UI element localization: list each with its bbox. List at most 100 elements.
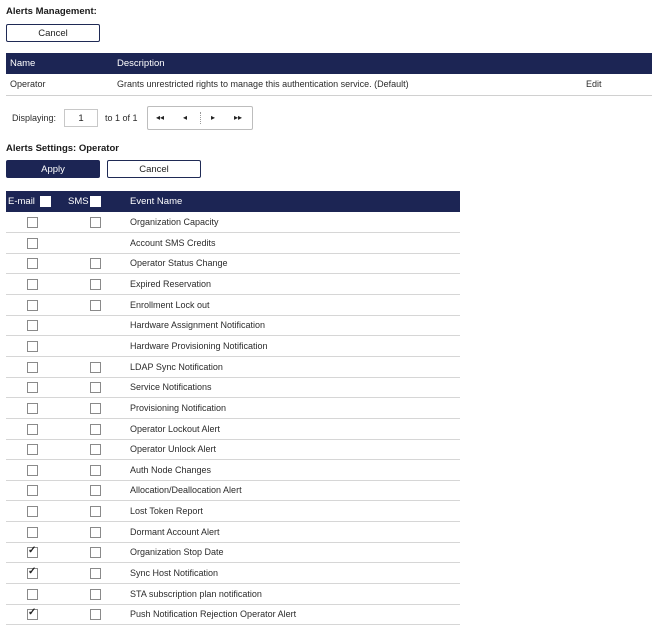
event-name: Lost Token Report <box>130 506 203 517</box>
sms-checkbox[interactable] <box>90 609 101 621</box>
event-name: Allocation/Deallocation Alert <box>130 485 242 496</box>
email-checkbox[interactable] <box>27 464 38 476</box>
settings-cancel-button[interactable]: Cancel <box>107 160 201 178</box>
operator-name: Operator <box>10 79 46 89</box>
pager-divider <box>200 112 201 124</box>
event-name: STA subscription plan notification <box>130 588 262 599</box>
email-checkbox[interactable] <box>27 545 38 559</box>
sms-checkbox[interactable] <box>90 382 101 394</box>
event-row: STA subscription plan notification <box>6 584 460 605</box>
event-row: Operator Status Change <box>6 253 460 275</box>
event-row: Service Notifications <box>6 377 460 399</box>
event-row: Operator Lockout Alert <box>6 419 460 440</box>
first-page-icon[interactable]: ◂◂ <box>150 107 170 129</box>
sms-checkbox[interactable] <box>90 588 101 600</box>
displaying-label: Displaying: <box>12 113 57 123</box>
sms-column-header: SMS <box>68 196 89 207</box>
event-row: Push Notification Rejection Operator Ale… <box>6 604 460 626</box>
event-name: Expired Reservation <box>130 278 212 289</box>
email-checkbox[interactable] <box>27 607 38 621</box>
event-name: Operator Unlock Alert <box>130 444 217 455</box>
event-row: Enrollment Lock out <box>6 295 460 316</box>
sms-checkbox[interactable] <box>90 299 101 311</box>
email-checkbox[interactable] <box>27 299 38 311</box>
sms-checkbox[interactable] <box>90 402 101 414</box>
event-row: Hardware Provisioning Notification <box>6 336 460 357</box>
event-name: Hardware Assignment Notification <box>130 320 266 331</box>
event-row: Provisioning Notification <box>6 398 460 419</box>
event-name: Operator Lockout Alert <box>130 423 221 434</box>
email-checkbox[interactable] <box>27 588 38 600</box>
event-name: Hardware Provisioning Notification <box>130 340 268 351</box>
sms-checkbox[interactable] <box>90 278 101 290</box>
apply-button[interactable]: Apply <box>6 160 100 178</box>
event-row: Organization Capacity <box>6 212 460 233</box>
sms-checkbox[interactable] <box>90 423 101 435</box>
event-name: Sync Host Notification <box>130 568 219 579</box>
sms-checkbox[interactable] <box>90 547 101 559</box>
page-number-input[interactable] <box>64 109 98 127</box>
sms-checkbox[interactable] <box>90 526 101 538</box>
email-checkbox[interactable] <box>27 423 38 435</box>
sms-checkbox[interactable] <box>90 444 101 456</box>
event-row: Dormant Account Alert <box>6 522 460 543</box>
event-name: Service Notifications <box>130 382 212 393</box>
operator-table-header: Name Description <box>6 53 652 74</box>
description-column-header: Description <box>117 58 165 69</box>
event-row: Organization Stop Date <box>6 542 460 564</box>
event-row: Lost Token Report <box>6 501 460 523</box>
cancel-button[interactable]: Cancel <box>6 24 100 42</box>
email-checkbox[interactable] <box>27 258 38 270</box>
event-row: Sync Host Notification <box>6 563 460 585</box>
event-row: Expired Reservation <box>6 274 460 295</box>
alerts-management-title: Alerts Management: <box>6 6 97 17</box>
sms-checkbox[interactable] <box>90 217 101 228</box>
event-name: Dormant Account Alert <box>130 526 220 537</box>
email-checkbox[interactable] <box>27 320 38 332</box>
sms-select-all-checkbox[interactable] <box>90 196 101 207</box>
event-name: Provisioning Notification <box>130 402 227 413</box>
event-row: LDAP Sync Notification <box>6 357 460 378</box>
email-checkbox[interactable] <box>27 237 38 249</box>
email-checkbox[interactable] <box>27 217 38 228</box>
event-name: LDAP Sync Notification <box>130 361 223 372</box>
email-checkbox[interactable] <box>27 526 38 538</box>
email-column-header: E-mail <box>8 196 35 207</box>
next-page-icon[interactable]: ▸ <box>203 107 223 129</box>
sms-checkbox[interactable] <box>90 506 101 518</box>
event-name: Account SMS Credits <box>130 237 216 248</box>
email-checkbox[interactable] <box>27 278 38 290</box>
email-checkbox[interactable] <box>27 444 38 456</box>
email-checkbox[interactable] <box>27 361 38 373</box>
pager-controls: ◂◂ ◂ ▸ ▸▸ <box>147 106 253 130</box>
sms-checkbox[interactable] <box>90 568 101 580</box>
sms-checkbox[interactable] <box>90 258 101 270</box>
email-select-all-checkbox[interactable] <box>40 196 51 207</box>
email-checkbox[interactable] <box>27 340 38 352</box>
email-checkbox[interactable] <box>27 382 38 394</box>
event-name: Push Notification Rejection Operator Ale… <box>130 609 297 620</box>
pagination: Displaying: to 1 of 1 ◂◂ ◂ ▸ ▸▸ <box>6 106 266 130</box>
event-name: Enrollment Lock out <box>130 299 210 310</box>
event-name: Organization Stop Date <box>130 547 224 558</box>
event-row: Operator Unlock Alert <box>6 439 460 461</box>
sms-checkbox[interactable] <box>90 485 101 497</box>
sms-checkbox[interactable] <box>90 464 101 476</box>
event-name: Organization Capacity <box>130 217 219 227</box>
edit-link[interactable]: Edit <box>586 74 602 95</box>
operator-description: Grants unrestricted rights to manage thi… <box>117 79 409 89</box>
event-row: Hardware Assignment Notification <box>6 315 460 337</box>
sms-checkbox[interactable] <box>90 361 101 373</box>
operator-row: Operator Grants unrestricted rights to m… <box>6 74 652 96</box>
page-range-text: to 1 of 1 <box>105 113 138 123</box>
email-checkbox[interactable] <box>27 402 38 414</box>
email-checkbox[interactable] <box>27 506 38 518</box>
event-row: Allocation/Deallocation Alert <box>6 480 460 502</box>
email-checkbox[interactable] <box>27 566 38 580</box>
email-checkbox[interactable] <box>27 485 38 497</box>
prev-page-icon[interactable]: ◂ <box>175 107 195 129</box>
alerts-settings-title: Alerts Settings: Operator <box>6 143 119 154</box>
event-row: Auth Node Changes <box>6 460 460 481</box>
last-page-icon[interactable]: ▸▸ <box>228 107 248 129</box>
event-row: Account SMS Credits <box>6 233 460 254</box>
